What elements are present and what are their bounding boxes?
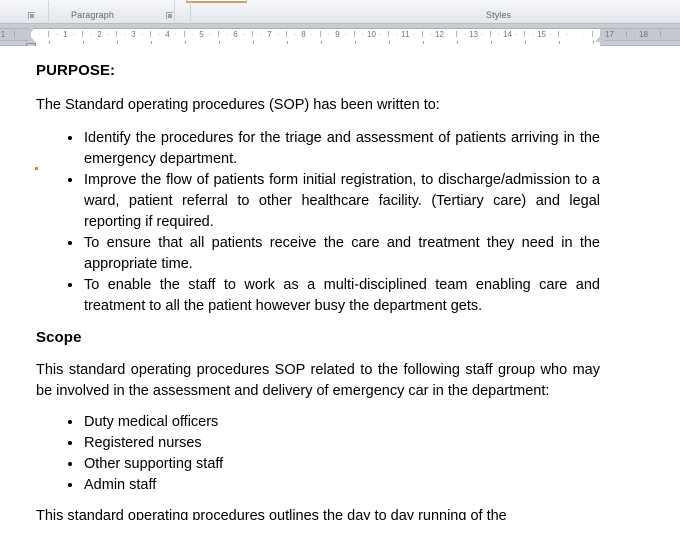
list-item: Duty medical officers — [36, 412, 600, 433]
bulleted-list-scope: Duty medical officers Registered nurses Ot… — [36, 412, 600, 496]
ruler-tick-mark: · — [327, 30, 331, 39]
list-item-text: To enable the staff to work as a multi-d… — [84, 277, 600, 314]
ruler-tick-mark: · — [497, 30, 501, 39]
ruler-tick-mark: · — [395, 30, 399, 39]
ruler-bottom-tick — [116, 41, 118, 44]
ruler-tick-mark: · — [429, 30, 433, 39]
ribbon-group-label-paragraph: Paragraph — [71, 10, 114, 20]
list-item: Identify the procedures for the triage a… — [36, 128, 600, 170]
list-item: Improve the flow of patients form initia… — [36, 170, 600, 233]
dialog-launcher-box — [168, 14, 172, 18]
heading-purpose: PURPOSE: — [36, 62, 116, 79]
ruler-tick-mark: · — [463, 30, 467, 39]
paragraph-dialog-launcher-icon[interactable] — [165, 11, 174, 20]
bullet-dot-icon — [68, 483, 72, 487]
list-item-text: Improve the flow of patients form initia… — [84, 172, 600, 230]
ruler-bottom-tick — [354, 41, 356, 44]
ruler-bottom-tick — [150, 41, 152, 44]
list-item: Registered nurses — [36, 433, 600, 454]
horizontal-ruler[interactable]: 1 2 3 4 5 6 7 8 9 10 11 12 13 14 15 17 18 · I · · I · · I · · I · · I ·… — [0, 24, 680, 530]
clipped-bottom-line: This standard operating procedures outli… — [36, 506, 600, 520]
list-item: To enable the staff to work as a multi-d… — [36, 275, 600, 317]
list-item: Admin staff — [36, 475, 600, 496]
ruler-bottom-tick — [320, 41, 322, 44]
ruler-tick-mark: · — [361, 30, 365, 39]
ruler-bottom-tick — [82, 41, 84, 44]
ribbon-group-styles: Styles — [191, 0, 680, 23]
paragraph-scope: This standard operating procedures SOP r… — [36, 362, 600, 399]
ruler-tick-mark: · — [157, 30, 161, 39]
list-item-text: Registered nurses — [84, 435, 202, 451]
document-text-body[interactable]: PURPOSE: The Standard operating procedur… — [36, 46, 600, 520]
ruler-tick-mark: · — [55, 30, 59, 39]
bullet-dot-icon — [68, 441, 72, 445]
ruler-tick-mark: · — [293, 30, 297, 39]
list-item-text: Duty medical officers — [84, 414, 219, 430]
bullet-dot-icon — [68, 283, 72, 287]
document-page[interactable]: PURPOSE: The Standard operating procedur… — [0, 46, 680, 548]
ruler-bottom-tick — [422, 41, 424, 44]
first-line-indent-marker[interactable] — [26, 26, 36, 32]
ruler-tick-label: 1 — [0, 30, 6, 39]
ruler-bottom-tick — [456, 41, 458, 44]
ruler-bottom-tick — [252, 41, 254, 44]
list-item: Other supporting staff — [36, 454, 600, 475]
ruler-bottom-tick — [184, 41, 186, 44]
ruler-bottom-tick — [592, 41, 594, 44]
ribbon-group-paragraph: Paragraph — [49, 0, 174, 23]
ruler-tick-mark: · — [259, 30, 263, 39]
ribbon-group-divider — [174, 1, 175, 22]
right-indent-marker[interactable] — [595, 36, 605, 42]
bulleted-list-purpose: Identify the procedures for the triage a… — [36, 128, 600, 317]
list-item-text: To ensure that all patients receive the … — [84, 235, 600, 272]
heading-scope: Scope — [36, 329, 82, 346]
bullet-dot-icon — [68, 241, 72, 245]
ruler-bottom-tick — [218, 41, 220, 44]
ribbon-group-label-styles: Styles — [486, 10, 512, 20]
ruler-bottom-tick — [558, 41, 560, 44]
paragraph-trailing: This standard operating procedures outli… — [36, 508, 507, 520]
list-item: To ensure that all patients receive the … — [36, 233, 600, 275]
ruler-track[interactable]: 1 2 3 4 5 6 7 8 9 10 11 12 13 14 15 17 18 · I · · I · · I · · I · · I ·… — [0, 26, 680, 530]
ruler-tick-mark: · — [123, 30, 127, 39]
ruler-tick-mark: · — [89, 30, 93, 39]
ruler-bottom-tick — [524, 41, 526, 44]
ruler-bottom-tick — [490, 41, 492, 44]
bullet-dot-icon — [68, 462, 72, 466]
ribbon-bottom-strip: Paragraph Styles — [0, 0, 680, 24]
paragraph-intro: The Standard operating procedures (SOP) … — [36, 97, 440, 113]
ruler-bottom-tick — [388, 41, 390, 44]
ruler-tick-mark: · — [565, 30, 569, 39]
bullet-dot-icon — [68, 178, 72, 182]
ruler-bottom-tick — [48, 41, 50, 44]
ruler-tick-mark: · — [531, 30, 535, 39]
ruler-tick-mark: · — [191, 30, 195, 39]
list-item-text: Other supporting staff — [84, 456, 224, 472]
bullet-dot-icon — [68, 136, 72, 140]
ruler-tick-mark: · — [633, 30, 637, 39]
dialog-launcher-icon[interactable] — [27, 11, 36, 20]
ruler-bottom-tick — [286, 41, 288, 44]
ruler-tick-mark: · — [667, 30, 671, 39]
bullet-dot-icon — [68, 420, 72, 424]
dialog-launcher-box — [30, 14, 34, 18]
list-item-text: Identify the procedures for the triage a… — [84, 130, 600, 167]
list-item-text: Admin staff — [84, 477, 157, 493]
ruler-tick-mark: · — [225, 30, 229, 39]
